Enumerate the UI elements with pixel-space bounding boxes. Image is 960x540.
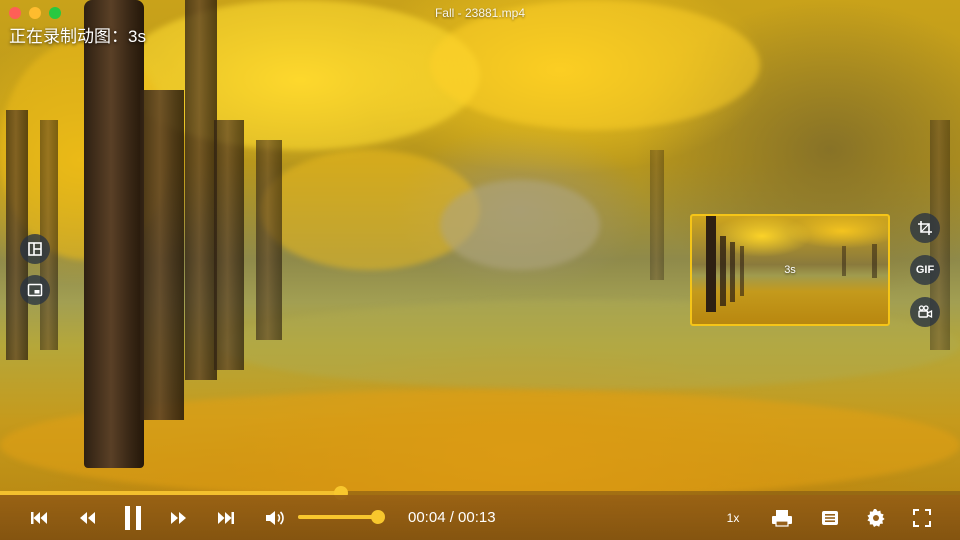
tree-trunk [140, 90, 184, 420]
layout-grid-icon [28, 242, 42, 256]
crop-button[interactable] [910, 213, 940, 243]
tree-trunk [40, 120, 58, 350]
layout-button[interactable] [20, 234, 50, 264]
time-display: 00:04 / 00:13 [408, 509, 496, 526]
video-camera-icon [918, 305, 933, 319]
gif-icon: GIF [915, 264, 935, 276]
volume-slider-handle[interactable] [371, 510, 385, 524]
crop-icon [918, 221, 932, 235]
fullscreen-icon [913, 508, 931, 527]
path-haze [440, 180, 600, 270]
tree-trunk [6, 110, 28, 360]
recording-status-text: 正在录制动图：3s [9, 27, 146, 46]
volume-slider[interactable] [298, 510, 385, 524]
volume-fill [298, 515, 378, 519]
volume-icon [266, 510, 284, 525]
control-bar: 00:04 / 00:13 1x [0, 495, 960, 540]
gif-record-button[interactable]: GIF [910, 255, 940, 285]
tree-trunk [256, 140, 282, 340]
volume-button[interactable] [262, 495, 290, 540]
gif-duration-label: 3s [784, 264, 796, 276]
skip-back-icon [31, 511, 47, 524]
screenshot-button[interactable] [768, 495, 796, 540]
fullscreen-button[interactable] [908, 495, 936, 540]
playback-speed-button[interactable]: 1x [718, 495, 748, 540]
window-title: Fall - 23881.mp4 [434, 6, 526, 20]
playlist-button[interactable] [816, 495, 844, 540]
tree-trunk [214, 120, 244, 370]
skip-forward-icon [218, 511, 234, 524]
picture-in-picture-icon [27, 283, 43, 297]
printer-icon [772, 509, 792, 527]
tree-trunk [84, 0, 144, 468]
fast-forward-icon [171, 511, 186, 524]
pause-icon [125, 505, 141, 530]
skip-to-end-button[interactable] [213, 495, 239, 540]
fast-forward-button[interactable] [166, 495, 192, 540]
rewind-icon [80, 511, 95, 524]
playback-speed-label: 1x [726, 510, 740, 525]
pause-button[interactable] [118, 495, 148, 540]
gear-icon [867, 508, 885, 527]
settings-button[interactable] [862, 495, 890, 540]
gif-preview-thumbnail[interactable]: 3s [690, 214, 890, 326]
rewind-button[interactable] [74, 495, 100, 540]
tree-trunk [650, 150, 664, 280]
list-icon [822, 510, 838, 525]
picture-in-picture-button[interactable] [20, 275, 50, 305]
tree-trunk [185, 0, 217, 380]
skip-to-start-button[interactable] [26, 495, 52, 540]
video-record-button[interactable] [910, 297, 940, 327]
